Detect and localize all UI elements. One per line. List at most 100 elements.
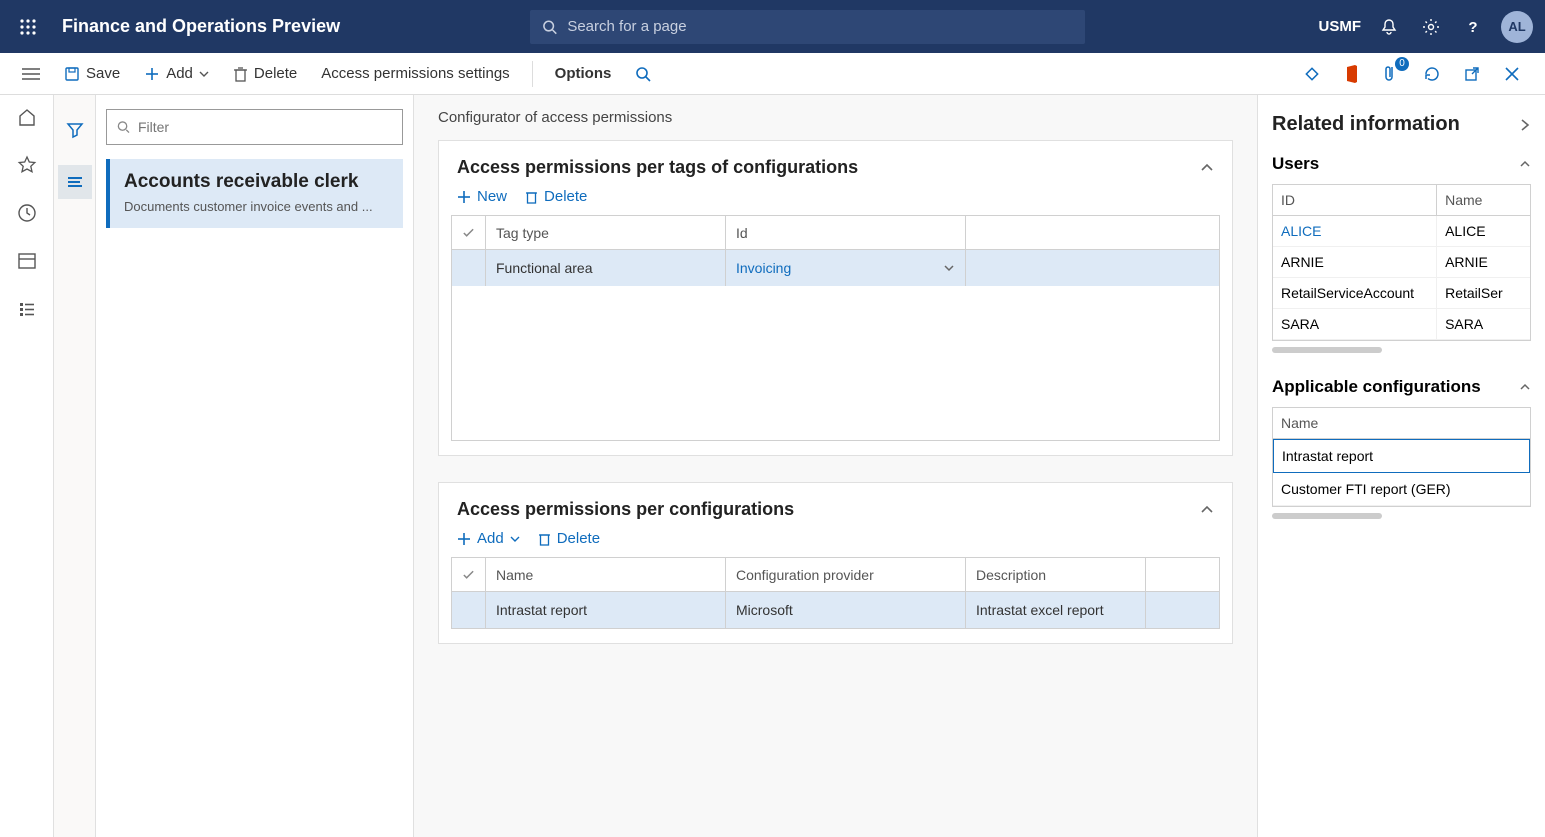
chevron-down-icon bbox=[510, 534, 520, 544]
appcfg-row[interactable]: Intrastat report bbox=[1273, 439, 1530, 473]
users-col-id[interactable]: ID bbox=[1273, 185, 1437, 215]
cell-tagtype[interactable]: Functional area bbox=[486, 250, 726, 286]
cell-provider[interactable]: Microsoft bbox=[726, 592, 966, 628]
search-icon bbox=[117, 120, 130, 134]
access-permissions-settings-button[interactable]: Access permissions settings bbox=[313, 58, 517, 90]
col-provider[interactable]: Configuration provider bbox=[726, 558, 966, 591]
attachment-badge: 0 bbox=[1395, 57, 1409, 71]
list-toggle-icon[interactable] bbox=[58, 165, 92, 199]
home-icon[interactable] bbox=[15, 105, 39, 129]
add-button[interactable]: Add bbox=[136, 58, 217, 90]
content: Configurator of access permissions Acces… bbox=[414, 95, 1257, 837]
new-button[interactable]: New bbox=[457, 188, 507, 205]
list-item[interactable]: Accounts receivable clerk Documents cust… bbox=[106, 159, 403, 228]
col-name[interactable]: Name bbox=[486, 558, 726, 591]
cell-description[interactable]: Intrastat excel report bbox=[966, 592, 1146, 628]
gear-icon[interactable] bbox=[1417, 13, 1445, 41]
collapse-icon[interactable] bbox=[1519, 381, 1531, 393]
appcfg-section: Applicable configurations Name Intrastat… bbox=[1272, 377, 1531, 519]
svg-text:?: ? bbox=[1468, 19, 1477, 36]
search-input[interactable] bbox=[567, 18, 1073, 35]
checkbox-header[interactable] bbox=[452, 558, 486, 591]
search-action-icon[interactable] bbox=[627, 58, 659, 90]
search-icon bbox=[542, 19, 557, 35]
list-item-subtitle: Documents customer invoice events and ..… bbox=[124, 199, 389, 214]
filter-box[interactable] bbox=[106, 109, 403, 145]
section-configs-title: Access permissions per configurations bbox=[457, 499, 794, 520]
col-id[interactable]: Id bbox=[726, 216, 966, 249]
user-id-cell[interactable]: SARA bbox=[1273, 309, 1437, 339]
save-button[interactable]: Save bbox=[56, 58, 128, 90]
cell-name[interactable]: Intrastat report bbox=[486, 592, 726, 628]
star-icon[interactable] bbox=[15, 153, 39, 177]
user-id-cell[interactable]: ARNIE bbox=[1273, 247, 1437, 277]
office-icon[interactable] bbox=[1341, 63, 1363, 85]
divider bbox=[532, 61, 533, 87]
user-id-cell[interactable]: ALICE bbox=[1273, 216, 1437, 246]
collapse-icon[interactable] bbox=[1200, 503, 1214, 517]
table-row[interactable]: Functional area Invoicing bbox=[452, 250, 1219, 286]
popout-icon[interactable] bbox=[1461, 63, 1483, 85]
appcfg-col-name[interactable]: Name bbox=[1273, 408, 1530, 439]
search-box[interactable] bbox=[530, 10, 1085, 44]
hamburger-icon[interactable] bbox=[14, 58, 48, 90]
add-config-button[interactable]: Add bbox=[457, 530, 520, 547]
recent-icon[interactable] bbox=[15, 201, 39, 225]
checkbox-header[interactable] bbox=[452, 216, 486, 249]
refresh-icon[interactable] bbox=[1421, 63, 1443, 85]
actionbar: Save Add Delete Access permissions setti… bbox=[0, 53, 1545, 95]
avatar[interactable]: AL bbox=[1501, 11, 1533, 43]
table-row[interactable]: SARASARA bbox=[1273, 309, 1530, 340]
delete-button[interactable]: Delete bbox=[225, 58, 305, 90]
appcfg-table: Name Intrastat reportCustomer FTI report… bbox=[1272, 407, 1531, 507]
col-tagtype[interactable]: Tag type bbox=[486, 216, 726, 249]
related-title: Related information bbox=[1272, 113, 1460, 136]
users-col-name[interactable]: Name bbox=[1437, 185, 1530, 215]
list-item-title: Accounts receivable clerk bbox=[124, 171, 389, 193]
user-id-cell[interactable]: RetailServiceAccount bbox=[1273, 278, 1437, 308]
delete-config-button[interactable]: Delete bbox=[538, 530, 600, 547]
collapse-icon[interactable] bbox=[1200, 161, 1214, 175]
trash-icon bbox=[233, 66, 248, 82]
appcfg-row[interactable]: Customer FTI report (GER) bbox=[1273, 473, 1530, 506]
scrollbar[interactable] bbox=[1272, 347, 1382, 353]
plus-icon bbox=[144, 66, 160, 82]
main: Accounts receivable clerk Documents cust… bbox=[0, 95, 1545, 837]
section-configs: Access permissions per configurations Ad… bbox=[438, 482, 1233, 644]
filter-toggle-icon[interactable] bbox=[58, 113, 92, 147]
section-tags: Access permissions per tags of configura… bbox=[438, 140, 1233, 456]
table-row[interactable]: Intrastat report Microsoft Intrastat exc… bbox=[452, 592, 1219, 628]
bell-icon[interactable] bbox=[1375, 13, 1403, 41]
collapse-icon[interactable] bbox=[1519, 158, 1531, 170]
plus-icon bbox=[457, 190, 471, 204]
scrollbar[interactable] bbox=[1272, 513, 1382, 519]
filter-input[interactable] bbox=[138, 119, 392, 135]
chevron-down-icon bbox=[199, 69, 209, 79]
attachment-icon[interactable]: 0 bbox=[1381, 63, 1403, 85]
chevron-right-icon[interactable] bbox=[1519, 118, 1531, 132]
users-title: Users bbox=[1272, 154, 1319, 174]
trash-icon bbox=[538, 532, 551, 546]
options-button[interactable]: Options bbox=[547, 58, 620, 90]
app-title: Finance and Operations Preview bbox=[62, 16, 340, 37]
company-label[interactable]: USMF bbox=[1319, 18, 1362, 35]
chevron-down-icon[interactable] bbox=[943, 262, 955, 274]
close-icon[interactable] bbox=[1501, 63, 1523, 85]
save-icon bbox=[64, 66, 80, 82]
delete-label: Delete bbox=[254, 65, 297, 82]
users-section: Users ID Name ALICEALICEARNIEARNIERetail… bbox=[1272, 154, 1531, 353]
cell-id[interactable]: Invoicing bbox=[726, 250, 966, 286]
help-icon[interactable]: ? bbox=[1459, 13, 1487, 41]
modules-icon[interactable] bbox=[15, 297, 39, 321]
row-checkbox[interactable] bbox=[452, 592, 486, 628]
tags-table: Tag type Id Functional area Invoicing bbox=[451, 215, 1220, 441]
table-row[interactable]: ARNIEARNIE bbox=[1273, 247, 1530, 278]
diamond-icon[interactable] bbox=[1301, 63, 1323, 85]
row-checkbox[interactable] bbox=[452, 250, 486, 286]
workspace-icon[interactable] bbox=[15, 249, 39, 273]
table-row[interactable]: ALICEALICE bbox=[1273, 216, 1530, 247]
col-description[interactable]: Description bbox=[966, 558, 1146, 591]
waffle-icon[interactable] bbox=[12, 11, 44, 43]
delete-row-button[interactable]: Delete bbox=[525, 188, 587, 205]
table-row[interactable]: RetailServiceAccountRetailSer bbox=[1273, 278, 1530, 309]
